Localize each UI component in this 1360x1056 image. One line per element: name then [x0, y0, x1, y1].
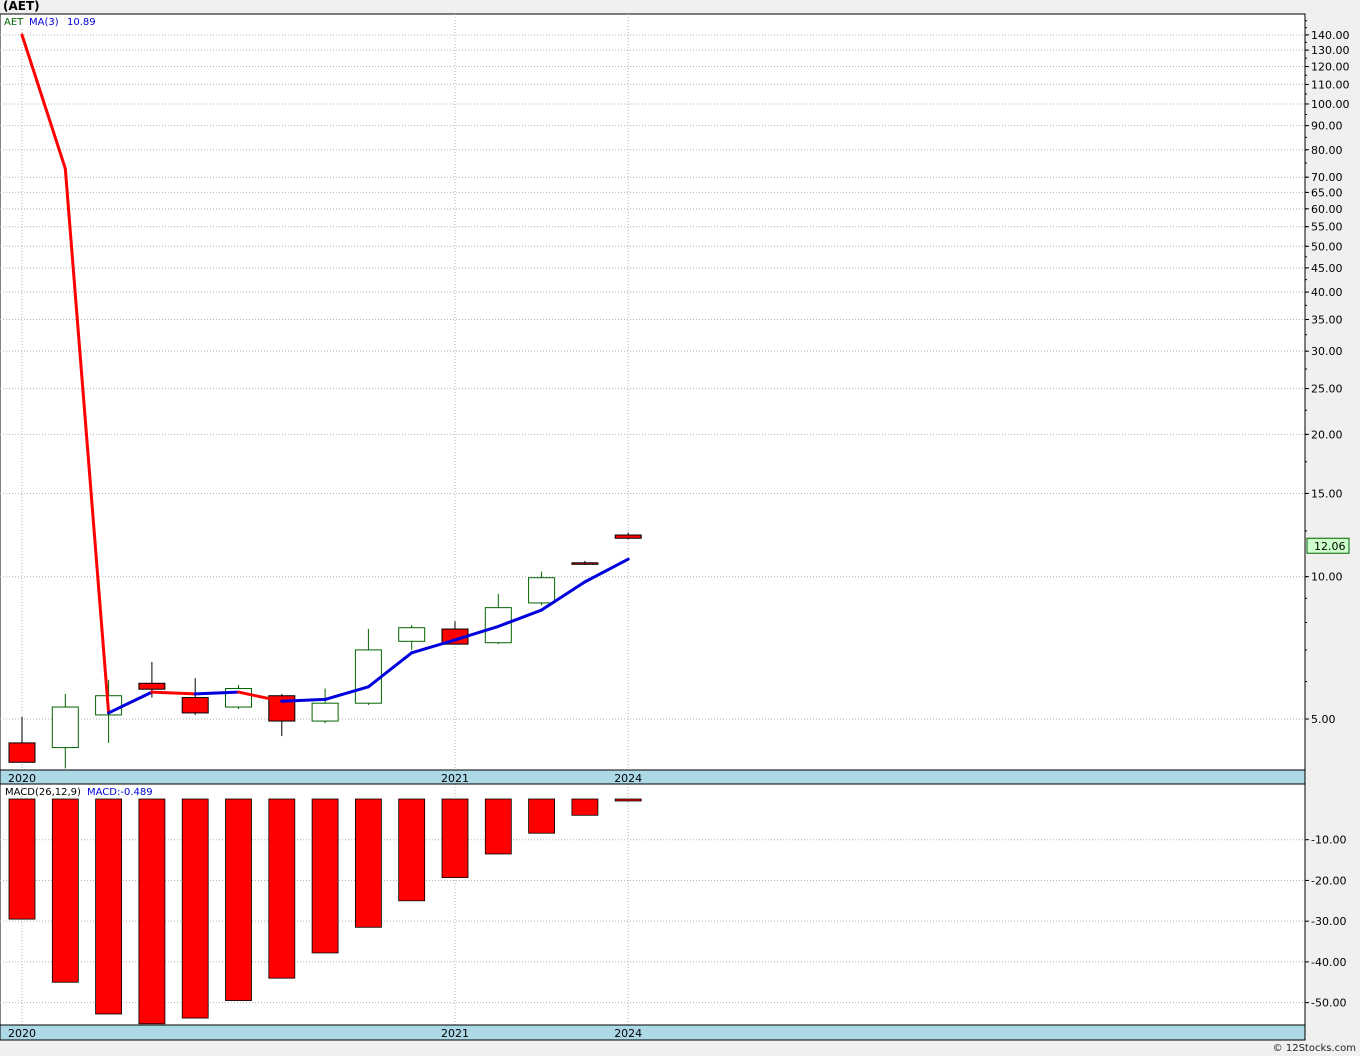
price-tick-label: 70.00: [1311, 171, 1343, 184]
macd-bar: [181, 798, 209, 1019]
last-price-label: 12.06: [1314, 540, 1346, 553]
date-label-bottom: 2024: [614, 1027, 642, 1040]
macd-bar: [571, 798, 599, 816]
candle-up: [528, 577, 556, 604]
macd-bar: [484, 798, 512, 855]
date-label-top: 2024: [614, 772, 642, 785]
ma-line-segment: [280, 697, 327, 703]
price-tick-label: 55.00: [1311, 221, 1343, 234]
date-label-top: 2020: [8, 772, 36, 785]
price-tick-label: 130.00: [1311, 44, 1350, 57]
ma-line-segment: [150, 690, 197, 696]
macd-bar: [138, 798, 166, 1025]
date-label-bottom: 2021: [441, 1027, 469, 1040]
price-tick-label: 35.00: [1311, 313, 1343, 326]
candle-up: [311, 702, 339, 722]
candle-up: [51, 706, 79, 749]
price-tick-label: 25.00: [1311, 383, 1343, 396]
price-tick-label: 45.00: [1311, 262, 1343, 275]
macd-bar: [51, 798, 79, 983]
price-tick-label: 20.00: [1311, 428, 1343, 441]
copyright-footer: © 12Stocks.com: [1272, 1043, 1356, 1054]
macd-bar: [268, 798, 296, 979]
candle-down: [571, 562, 599, 565]
macd-tick-label: -20.00: [1311, 874, 1346, 887]
candle-down: [138, 682, 166, 690]
macd-bar: [354, 798, 382, 928]
macd-bar: [95, 798, 122, 1015]
macd-tick-label: -40.00: [1311, 956, 1346, 969]
ma-line-segment: [193, 690, 240, 696]
candle-down: [181, 697, 209, 714]
candle-down: [614, 534, 642, 539]
macd-bar: [311, 798, 339, 954]
ma-indicator-label: MA(3): [29, 17, 59, 28]
price-panel: [0, 13, 1306, 771]
macd-indicator-label: MACD(26,12,9): [5, 787, 81, 798]
date-band-bottom: [0, 1024, 1306, 1041]
price-tick-label: 10.00: [1311, 571, 1343, 584]
price-tick-label: 60.00: [1311, 203, 1343, 216]
symbol-label: AET: [4, 17, 24, 28]
price-tick-label: 90.00: [1311, 120, 1343, 133]
macd-bar: [528, 798, 555, 834]
candle-down: [8, 742, 36, 763]
price-tick-label: 5.00: [1311, 713, 1336, 726]
candle-up: [354, 649, 382, 704]
macd-indicator-value: MACD:-0.489: [87, 787, 153, 798]
macd-bar: [441, 798, 469, 878]
price-tick-label: 100.00: [1311, 98, 1350, 111]
price-tick-label: 30.00: [1311, 345, 1343, 358]
macd-tick-label: -30.00: [1311, 915, 1346, 928]
price-tick-label: 50.00: [1311, 240, 1343, 253]
stock-chart: 5.00 10.00 15.00 20.00 25.00 30.00 35.00 40.00 4…: [0, 13, 1350, 1041]
price-tick-label: 15.00: [1311, 487, 1343, 500]
candle-up: [398, 627, 426, 642]
date-label-top: 2021: [441, 772, 469, 785]
macd-bar: [398, 798, 426, 902]
macd-bar: [614, 798, 642, 802]
price-tick-label: 40.00: [1311, 286, 1343, 299]
price-tick-label: 80.00: [1311, 144, 1343, 157]
price-tick-label: 120.00: [1311, 61, 1350, 74]
ma-indicator-value: 10.89: [67, 17, 96, 28]
price-tick-label: 140.00: [1311, 29, 1350, 42]
date-label-bottom: 2020: [8, 1027, 36, 1040]
date-band-top: [0, 769, 1306, 785]
price-tick-label: 65.00: [1311, 186, 1343, 199]
macd-tick-label: -50.00: [1311, 997, 1346, 1010]
macd-bar: [225, 798, 252, 1001]
macd-bar: [8, 798, 36, 920]
price-tick-label: 110.00: [1311, 78, 1350, 91]
macd-tick-label: -10.00: [1311, 834, 1346, 847]
